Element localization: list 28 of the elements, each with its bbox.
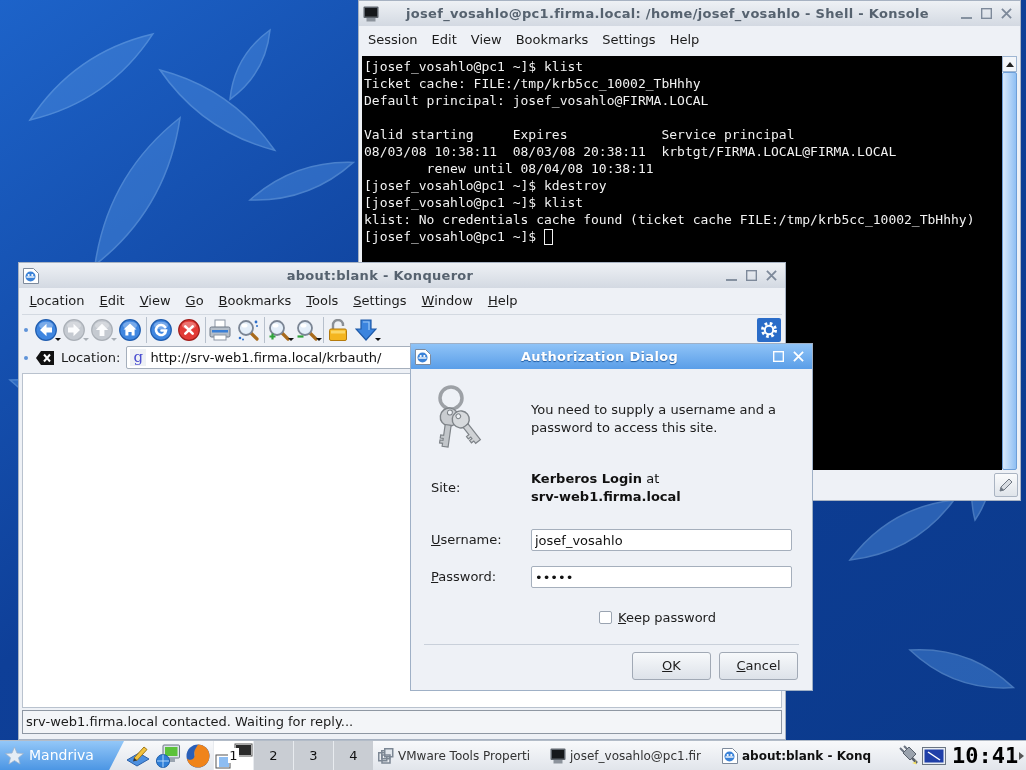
terminal-line: [josef_vosahlo@pc1 ~]$ kdestroy bbox=[364, 177, 607, 194]
checkbox-label: Keep password bbox=[618, 609, 716, 627]
window-title: josef_vosahlo@pc1.firma.local: /home/josef_vosahlo - Shell - Konsole bbox=[404, 4, 930, 24]
terminal-line: [josef_vosahlo@pc1 ~]$ klist bbox=[364, 194, 584, 211]
field-label: Password: bbox=[431, 568, 498, 587]
terminal-line: Ticket cache: FILE:/tmp/krb5cc_10002_TbHhhy bbox=[364, 75, 701, 92]
field-label: Username: bbox=[431, 531, 503, 550]
shortcut-mark: g bbox=[130, 349, 147, 366]
dialog-message: You need to supply a username and a password to access this site. bbox=[531, 401, 778, 437]
desktop-number: 3 bbox=[308, 748, 319, 763]
terminal-line: Valid starting Expires Service principal bbox=[364, 126, 795, 143]
terminal-line: [josef_vosahlo@pc1 ~]$ bbox=[364, 228, 537, 245]
terminal-line: 08/03/08 10:38:11 08/03/08 20:38:11 krbtgt/FIRMA.LOCAL@FIRMA.LOCAL bbox=[364, 143, 897, 160]
url-text: http://srv-web1.firma.local/krbauth/ bbox=[150, 348, 382, 367]
location-label: Location: bbox=[61, 348, 121, 367]
clock-time: 10:41 bbox=[952, 743, 1016, 768]
terminal-line: klist: No credentials cache found (ticket cache FILE:/tmp/krb5cc_10002_TbHhhy) bbox=[364, 211, 975, 228]
site-label: Site: bbox=[431, 479, 462, 498]
terminal-line: Default principal: josef_vosahlo@FIRMA.LOCAL bbox=[364, 92, 709, 109]
desktop-number: 1 bbox=[228, 748, 239, 763]
window-title: about:blank - Konqueror bbox=[285, 266, 475, 285]
desktop-number: 4 bbox=[348, 748, 359, 763]
terminal-line: renew until 08/04/08 10:38:11 bbox=[425, 160, 654, 177]
status-text: srv-web1.firma.local contacted. Waiting for reply... bbox=[26, 713, 354, 732]
site-text: Kerberos Login at srv-web1.firma.local bbox=[531, 470, 682, 506]
desktop-number: 2 bbox=[268, 748, 279, 763]
window-title: Authorization Dialog bbox=[520, 347, 679, 366]
terminal-line: [josef_vosahlo@pc1 ~]$ klist bbox=[364, 58, 584, 75]
